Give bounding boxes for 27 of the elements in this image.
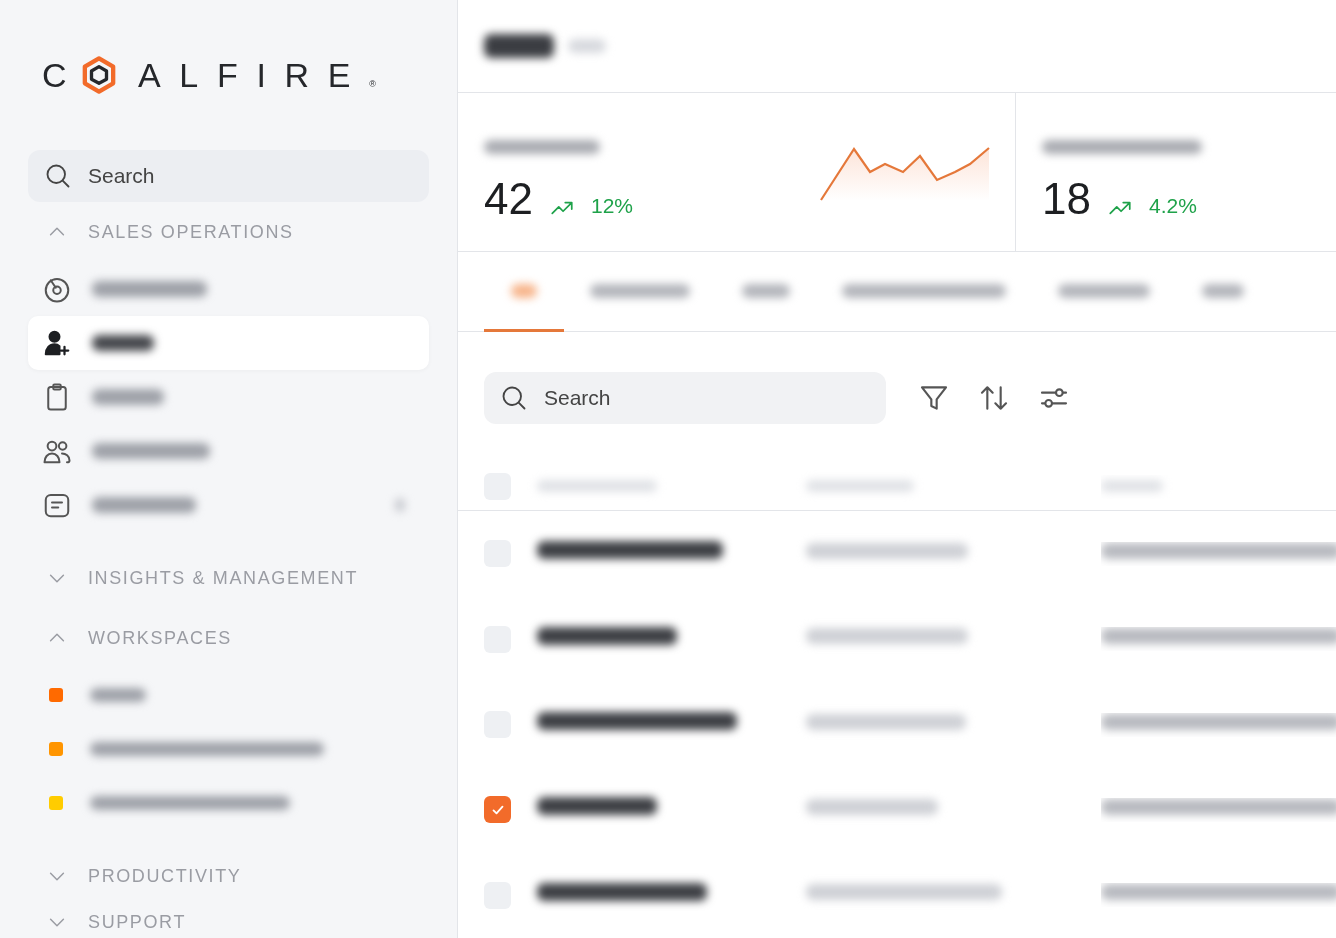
- section-heading[interactable]: PRODUCTIVITY: [88, 862, 242, 890]
- logo-text: ALFIRE: [137, 54, 370, 96]
- person-add-icon: [42, 328, 72, 358]
- section-heading[interactable]: SALES OPERATIONS: [88, 218, 294, 246]
- logo-text: C: [42, 54, 86, 96]
- search-field[interactable]: Search: [28, 150, 429, 202]
- blurred-text: [484, 34, 554, 59]
- kpi-value: 42: [484, 177, 533, 222]
- blurred-text: [1101, 479, 1163, 492]
- blurred-text: [742, 283, 790, 298]
- blurred-text: [92, 389, 164, 405]
- blurred-text: [511, 283, 537, 298]
- trend-change: 4.2%: [1148, 192, 1197, 219]
- blurred-text: [90, 688, 146, 702]
- blurred-text: [1202, 283, 1244, 298]
- blurred-text: [568, 39, 606, 54]
- section-heading[interactable]: WORKSPACES: [88, 624, 232, 652]
- checkbox[interactable]: [484, 796, 511, 824]
- blurred-text: [92, 335, 154, 351]
- section-heading[interactable]: SUPPORT: [88, 908, 187, 936]
- search-icon: [44, 162, 72, 190]
- section-heading[interactable]: INSIGHTS & MANAGEMENT: [88, 564, 359, 592]
- nav-item[interactable]: [28, 316, 429, 370]
- kpi-value: 18: [1042, 177, 1091, 222]
- trend-change: 12%: [590, 192, 633, 219]
- search-field[interactable]: Search: [484, 372, 886, 425]
- registered-mark: ®: [369, 78, 376, 92]
